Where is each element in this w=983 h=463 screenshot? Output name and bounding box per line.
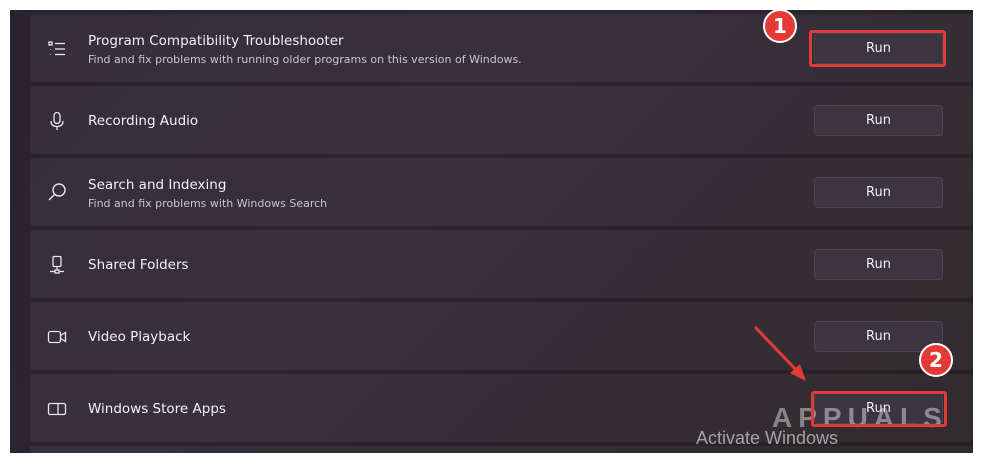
troubleshooter-description: Find and fix problems with running older… bbox=[88, 53, 522, 66]
app-window-icon bbox=[47, 399, 67, 419]
list-icon bbox=[47, 39, 67, 59]
network-drive-icon bbox=[47, 255, 67, 275]
run-button-recording-audio[interactable]: Run bbox=[814, 105, 943, 136]
troubleshooter-title: Search and Indexing bbox=[88, 177, 227, 193]
troubleshooter-title: Program Compatibility Troubleshooter bbox=[88, 33, 344, 49]
troubleshooter-title: Windows Store Apps bbox=[88, 401, 226, 417]
run-button-search-indexing[interactable]: Run bbox=[814, 177, 943, 208]
troubleshooter-description: Find and fix problems with Windows Searc… bbox=[88, 197, 328, 210]
step-badge-1: 1 bbox=[763, 9, 797, 43]
microphone-icon bbox=[47, 111, 67, 131]
step-badge-2: 2 bbox=[919, 343, 953, 377]
run-button-program-compatibility[interactable]: Run bbox=[814, 33, 943, 64]
troubleshooter-title: Recording Audio bbox=[88, 113, 199, 129]
troubleshooter-panel: Program Compatibility Troubleshooter Fin… bbox=[10, 10, 973, 453]
troubleshooter-title: Shared Folders bbox=[88, 257, 189, 273]
activate-windows-watermark: Activate Windows bbox=[696, 428, 839, 448]
run-button-shared-folders[interactable]: Run bbox=[814, 249, 943, 280]
search-icon bbox=[47, 182, 67, 202]
troubleshooter-title: Video Playback bbox=[88, 329, 191, 345]
pointer-arrow bbox=[754, 326, 806, 381]
video-camera-icon bbox=[47, 327, 67, 347]
